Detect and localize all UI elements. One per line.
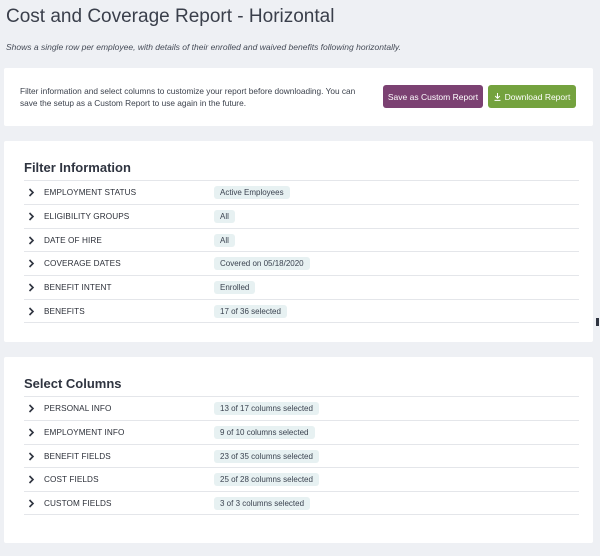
filter-row-coverage-dates[interactable]: COVERAGE DATES Covered on 05/18/2020 [24, 251, 579, 275]
filter-row-benefits[interactable]: BENEFITS 17 of 36 selected [24, 298, 579, 323]
filter-row-eligibility-groups[interactable]: ELIGIBILITY GROUPS All [24, 203, 579, 228]
filter-label: BENEFIT INTENT [44, 283, 112, 293]
columns-row-cost-fields[interactable]: COST FIELDS 25 of 28 columns selected [24, 467, 579, 491]
filter-value-badge: Active Employees [214, 186, 290, 199]
filter-row-employment-status[interactable]: EMPLOYMENT STATUS Active Employees [24, 180, 579, 204]
columns-count-badge: 23 of 35 columns selected [214, 449, 319, 463]
columns-row-benefit-fields[interactable]: BENEFIT FIELDS 23 of 35 columns selected [24, 443, 579, 468]
columns-count-badge: 3 of 3 columns selected [214, 497, 311, 511]
filter-list: EMPLOYMENT STATUS Active Employees ELIGI… [24, 180, 579, 323]
columns-count-badge: 25 of 28 columns selected [214, 473, 319, 487]
save-custom-report-button[interactable]: Save as Custom Report [383, 85, 483, 108]
filter-label: BENEFITS [44, 306, 85, 316]
filter-label: COVERAGE DATES [44, 259, 121, 269]
chevron-right-icon [28, 428, 35, 437]
select-columns-card: Select Columns PERSONAL INFO 13 of 17 co… [4, 357, 593, 543]
chevron-right-icon [28, 452, 35, 461]
columns-list: PERSONAL INFO 13 of 17 columns selected … [24, 396, 579, 515]
chevron-right-icon [28, 307, 35, 316]
filter-label: ELIGIBILITY GROUPS [44, 211, 130, 221]
chevron-right-icon [28, 499, 35, 508]
intro-text: Filter information and select columns to… [20, 86, 356, 108]
columns-label: EMPLOYMENT INFO [44, 427, 125, 437]
filter-value-badge: Enrolled [214, 281, 256, 295]
columns-section-title: Select Columns [24, 376, 122, 391]
chevron-right-icon [28, 404, 35, 413]
columns-count-badge: 13 of 17 columns selected [214, 402, 319, 415]
columns-row-custom-fields[interactable]: CUSTOM FIELDS 3 of 3 columns selected [24, 491, 579, 515]
cursor-mark [596, 318, 599, 326]
download-report-button[interactable]: Download Report [488, 85, 576, 108]
columns-label: BENEFIT FIELDS [44, 451, 111, 461]
filter-value-badge: All [214, 233, 235, 247]
download-report-label: Download Report [504, 91, 571, 102]
filter-section-title: Filter Information [24, 160, 131, 175]
columns-label: PERSONAL INFO [44, 404, 112, 413]
chevron-right-icon [28, 283, 35, 292]
columns-label: COST FIELDS [44, 475, 99, 485]
chevron-right-icon [28, 212, 35, 221]
columns-row-employment-info[interactable]: EMPLOYMENT INFO 9 of 10 columns selected [24, 419, 579, 444]
filter-value-badge: Covered on 05/18/2020 [214, 257, 310, 271]
page-subtitle: Shows a single row per employee, with de… [6, 42, 401, 52]
filter-row-benefit-intent[interactable]: BENEFIT INTENT Enrolled [24, 275, 579, 299]
columns-label: CUSTOM FIELDS [44, 499, 112, 509]
columns-count-badge: 9 of 10 columns selected [214, 425, 315, 439]
filter-label: EMPLOYMENT STATUS [44, 188, 137, 197]
filter-value-badge: 17 of 36 selected [214, 304, 287, 318]
chevron-right-icon [28, 236, 35, 245]
filter-row-date-of-hire[interactable]: DATE OF HIRE All [24, 227, 579, 252]
chevron-right-icon [28, 259, 35, 268]
filter-information-card: Filter Information EMPLOYMENT STATUS Act… [4, 141, 593, 342]
filter-label: DATE OF HIRE [44, 235, 102, 245]
chevron-right-icon [28, 188, 35, 197]
filter-value-badge: All [214, 209, 235, 223]
intro-card: Filter information and select columns to… [4, 68, 593, 126]
download-icon [494, 92, 501, 101]
chevron-right-icon [28, 475, 35, 484]
columns-row-personal-info[interactable]: PERSONAL INFO 13 of 17 columns selected [24, 396, 579, 420]
page-title: Cost and Coverage Report - Horizontal [6, 6, 335, 27]
